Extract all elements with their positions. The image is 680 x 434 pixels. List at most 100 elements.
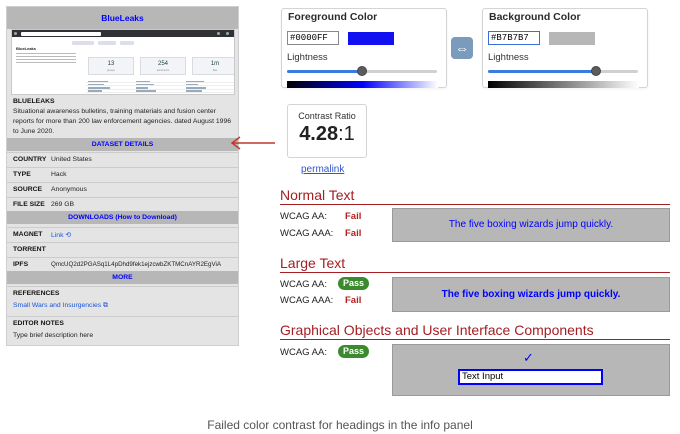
foreground-slider-thumb[interactable] bbox=[357, 66, 367, 76]
background-color-picker: Background Color #B7B7B7 Lightness bbox=[482, 8, 648, 88]
detail-value: 269 GB bbox=[51, 201, 75, 208]
magnet-link[interactable]: Link ⟲ bbox=[51, 231, 71, 239]
background-lightness-slider[interactable] bbox=[488, 66, 638, 76]
editor-notes-content: Type brief description here bbox=[7, 331, 238, 343]
thumb-user-icon bbox=[226, 32, 229, 35]
reference-item: Small Wars and Insurgencies ⧉ bbox=[7, 301, 238, 313]
normal-aa-label: WCAG AA: bbox=[280, 211, 327, 222]
contrast-ratio-suffix: :1 bbox=[338, 123, 355, 145]
ipfs-value[interactable]: QmcUQ2d2PGASq1L4pDhd9fek1ejzcwbZKTMCnAYR… bbox=[51, 261, 221, 268]
thumb-stat-card: 254 documents bbox=[140, 57, 186, 75]
checkmark-icon: ✓ bbox=[523, 350, 534, 365]
normal-text-heading: Normal Text bbox=[280, 187, 355, 203]
foreground-title: Foreground Color bbox=[288, 11, 378, 23]
panel-title: BlueLeaks bbox=[7, 7, 238, 29]
sample-text-input[interactable]: Text Input bbox=[458, 369, 603, 385]
magnet-link-text[interactable]: Link bbox=[51, 232, 63, 239]
magnet-icon: ⟲ bbox=[65, 232, 72, 239]
ipfs-row: IPFS QmcUQ2d2PGASq1L4pDhd9fek1ejzcwbZKTM… bbox=[7, 257, 238, 271]
how-to-download-link[interactable]: (How to Download) bbox=[115, 214, 177, 221]
downloads-label: DOWNLOADS bbox=[68, 214, 114, 221]
detail-row-source: SOURCE Anonymous bbox=[7, 182, 238, 196]
foreground-slider-fill bbox=[287, 70, 362, 73]
thumb-stat-number: 13 bbox=[107, 61, 115, 67]
thumb-heading: BlueLeaks bbox=[16, 46, 37, 51]
arrow-left-icon bbox=[230, 136, 275, 150]
thumb-tab bbox=[72, 41, 94, 45]
site-screenshot-thumbnail: BlueLeaks 13 groups 254 documents 1m fil… bbox=[11, 29, 235, 95]
detail-value: Anonymous bbox=[51, 186, 87, 193]
detail-row-file-size: FILE SIZE 269 GB bbox=[7, 197, 238, 211]
thumb-stat-label: files bbox=[212, 69, 218, 72]
detail-label: COUNTRY bbox=[13, 156, 47, 163]
thumb-menu-icon bbox=[217, 32, 220, 35]
thumb-stat-card: 13 groups bbox=[88, 57, 134, 75]
graphical-objects-rule bbox=[280, 339, 670, 340]
graphical-aa-badge: Pass bbox=[338, 345, 369, 358]
background-swatch[interactable] bbox=[549, 32, 595, 45]
detail-label: FILE SIZE bbox=[13, 201, 45, 208]
swap-colors-button[interactable]: ⇔ bbox=[451, 37, 473, 59]
large-aaa-label: WCAG AAA: bbox=[280, 295, 334, 306]
references-row: REFERENCES bbox=[7, 286, 238, 300]
dataset-name: BLUELEAKS bbox=[13, 98, 55, 105]
thumb-tab bbox=[98, 41, 116, 45]
more-button[interactable]: MORE bbox=[7, 271, 238, 284]
graphical-aa-label: WCAG AA: bbox=[280, 347, 327, 358]
background-lightness-gradient bbox=[488, 81, 639, 88]
foreground-swatch[interactable] bbox=[348, 32, 394, 45]
normal-text-sample: The five boxing wizards jump quickly. bbox=[392, 208, 670, 242]
editor-notes-row: EDITOR NOTES bbox=[7, 316, 238, 330]
large-aa-badge: Pass bbox=[338, 277, 369, 290]
detail-label: TYPE bbox=[13, 171, 31, 178]
large-text-rule bbox=[280, 272, 670, 273]
thumb-search-field bbox=[21, 31, 101, 36]
editor-notes-text[interactable]: Type brief description here bbox=[13, 332, 93, 339]
large-text-heading: Large Text bbox=[280, 255, 346, 271]
detail-row-type: TYPE Hack bbox=[7, 167, 238, 181]
background-slider-thumb[interactable] bbox=[591, 66, 601, 76]
references-label: REFERENCES bbox=[13, 290, 60, 297]
contrast-ratio-label: Contrast Ratio bbox=[298, 111, 356, 121]
contrast-ratio-value: 4.28:1 bbox=[288, 123, 366, 146]
magnet-row: MAGNET Link ⟲ bbox=[7, 227, 238, 241]
permalink-link[interactable]: permalink bbox=[301, 164, 344, 175]
thumb-file-grid bbox=[86, 80, 234, 94]
graphical-objects-heading: Graphical Objects and User Interface Com… bbox=[280, 322, 594, 338]
torrent-row: TORRENT bbox=[7, 242, 238, 256]
thumb-tab bbox=[120, 41, 134, 45]
normal-aaa-label: WCAG AAA: bbox=[280, 228, 334, 239]
thumb-stat-label: groups bbox=[107, 69, 115, 72]
ipfs-label: IPFS bbox=[13, 261, 29, 268]
thumb-description-lines bbox=[16, 53, 76, 65]
thumb-toolbar bbox=[12, 30, 234, 37]
background-title: Background Color bbox=[489, 11, 581, 23]
thumb-logo-icon bbox=[14, 32, 17, 35]
foreground-lightness-gradient bbox=[287, 81, 438, 88]
foreground-lightness-label: Lightness bbox=[287, 52, 328, 63]
magnet-label: MAGNET bbox=[13, 231, 43, 238]
dataset-details-header: DATASET DETAILS bbox=[7, 138, 238, 151]
contrast-ratio-number: 4.28 bbox=[299, 123, 339, 145]
thumb-stat-number: 254 bbox=[157, 61, 168, 67]
reference-link-text[interactable]: Small Wars and Insurgencies bbox=[13, 302, 101, 309]
thumb-stat-label: documents bbox=[156, 69, 170, 72]
background-hex-input[interactable]: #B7B7B7 bbox=[488, 31, 540, 45]
normal-text-rule bbox=[280, 204, 670, 205]
foreground-hex-input[interactable]: #0000FF bbox=[287, 31, 339, 45]
figure-caption: Failed color contrast for headings in th… bbox=[207, 418, 473, 432]
external-link-icon: ⧉ bbox=[103, 302, 108, 309]
info-panel: BlueLeaks BlueLeaks 13 groups 254 docume… bbox=[6, 6, 239, 346]
contrast-ratio-box: Contrast Ratio 4.28:1 bbox=[287, 104, 367, 158]
reference-link[interactable]: Small Wars and Insurgencies ⧉ bbox=[13, 302, 108, 310]
detail-value: Hack bbox=[51, 171, 67, 178]
downloads-header: DOWNLOADS (How to Download) bbox=[7, 211, 238, 224]
foreground-lightness-slider[interactable] bbox=[287, 66, 437, 76]
background-lightness-label: Lightness bbox=[488, 52, 529, 63]
editor-notes-label: EDITOR NOTES bbox=[13, 320, 64, 327]
large-aaa-result: Fail bbox=[345, 295, 362, 306]
foreground-color-picker: Foreground Color #0000FF Lightness bbox=[281, 8, 447, 88]
name-row: BLUELEAKS bbox=[7, 95, 238, 105]
torrent-label: TORRENT bbox=[13, 246, 46, 253]
detail-label: SOURCE bbox=[13, 186, 43, 193]
